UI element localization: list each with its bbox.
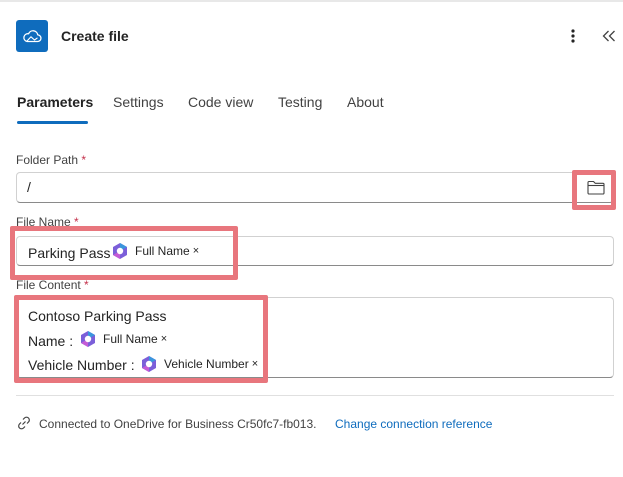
panel-header: Create file	[0, 0, 623, 72]
file-content-input[interactable]: Contoso Parking Pass Name : Full Name × …	[16, 297, 614, 378]
folder-path-value: /	[27, 179, 31, 195]
token-label: Full Name	[135, 244, 190, 258]
tab-code-view[interactable]: Code view	[188, 94, 253, 110]
double-chevron-left-icon	[602, 30, 615, 42]
change-connection-link[interactable]: Change connection reference	[335, 417, 492, 431]
content-line-1: Contoso Parking Pass	[28, 308, 167, 324]
onedrive-cloud-icon	[16, 20, 48, 52]
folder-path-input[interactable]: /	[16, 172, 614, 203]
connection-link-icon	[18, 416, 30, 430]
token-vehicle-number: Vehicle Number ×	[140, 355, 258, 373]
token-full-name: Full Name ×	[79, 330, 167, 348]
token-full-name: Full Name ×	[111, 242, 199, 260]
dataverse-token-icon	[81, 331, 95, 347]
panel-title: Create file	[61, 28, 129, 44]
file-name-input[interactable]: Parking Pass Full Name ×	[16, 236, 614, 266]
file-content-label: File Content *	[16, 278, 89, 292]
tab-parameters[interactable]: Parameters	[17, 94, 93, 110]
tab-testing[interactable]: Testing	[278, 94, 322, 110]
file-name-label: File Name *	[16, 215, 79, 229]
remove-token-button[interactable]: ×	[161, 333, 167, 345]
active-tab-indicator	[17, 121, 88, 124]
token-label: Vehicle Number	[164, 357, 249, 371]
section-divider	[16, 395, 614, 396]
content-vehicle-label: Vehicle Number :	[28, 357, 135, 373]
dataverse-token-icon	[113, 243, 127, 259]
remove-token-button[interactable]: ×	[252, 358, 258, 370]
folder-icon	[587, 180, 605, 195]
folder-path-label: Folder Path *	[16, 153, 87, 167]
remove-token-button[interactable]: ×	[193, 245, 199, 257]
file-name-text: Parking Pass	[28, 245, 111, 261]
content-name-label: Name :	[28, 333, 74, 349]
browse-folder-button[interactable]	[586, 177, 606, 197]
collapse-panel-button[interactable]	[598, 24, 620, 48]
dataverse-token-icon	[142, 356, 156, 372]
connection-status-text: Connected to OneDrive for Business Cr50f…	[39, 417, 317, 431]
tab-about[interactable]: About	[347, 94, 384, 110]
more-options-button[interactable]	[563, 24, 583, 48]
tab-settings[interactable]: Settings	[113, 94, 164, 110]
vertical-dots-icon	[571, 29, 575, 43]
token-label: Full Name	[103, 332, 158, 346]
